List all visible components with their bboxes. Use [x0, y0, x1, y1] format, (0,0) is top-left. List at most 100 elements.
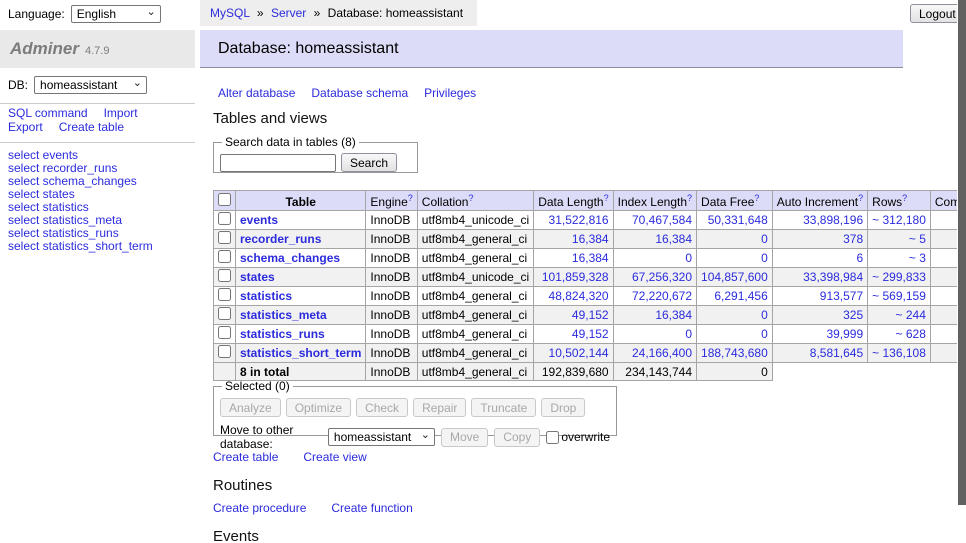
index-length-cell[interactable]: 72,220,672: [613, 287, 696, 306]
adminer-logo[interactable]: Adminer: [10, 39, 79, 59]
data-length-cell[interactable]: 16,384: [534, 249, 613, 268]
create-link[interactable]: Create view: [303, 450, 366, 464]
column-header: Auto Increment?: [772, 191, 867, 211]
page-action-link[interactable]: Alter database: [218, 86, 295, 100]
rows-cell[interactable]: ~ 569,159: [868, 287, 931, 306]
breadcrumb-link-mysql[interactable]: MySQL: [210, 6, 250, 20]
scrollbar-thumb[interactable]: [958, 0, 966, 505]
rows-cell[interactable]: ~ 312,180: [868, 211, 931, 230]
row-checkbox[interactable]: [218, 269, 231, 282]
table-name-link[interactable]: statistics_short_term: [240, 346, 361, 360]
auto-increment-cell[interactable]: 8,581,645: [772, 344, 867, 363]
auto-increment-cell[interactable]: 378: [772, 230, 867, 249]
row-checkbox[interactable]: [218, 231, 231, 244]
data-length-cell[interactable]: 16,384: [534, 230, 613, 249]
sidebar-action-link[interactable]: SQL command: [8, 107, 88, 120]
row-checkbox[interactable]: [218, 345, 231, 358]
routine-link[interactable]: Create function: [331, 501, 412, 515]
data-length-cell[interactable]: 49,152: [534, 306, 613, 325]
select-all-checkbox[interactable]: [218, 193, 231, 206]
index-length-cell[interactable]: 67,256,320: [613, 268, 696, 287]
data-length-cell[interactable]: 101,859,328: [534, 268, 613, 287]
selected-action-button[interactable]: Drop: [541, 398, 585, 417]
help-icon[interactable]: ?: [408, 193, 413, 203]
help-icon[interactable]: ?: [858, 193, 863, 203]
move-database-select[interactable]: homeassistant ⌄: [328, 428, 435, 446]
table-name-link[interactable]: statistics_runs: [240, 327, 325, 341]
auto-increment-cell[interactable]: 913,577: [772, 287, 867, 306]
language-select-value: English: [77, 7, 116, 21]
table-name-link[interactable]: schema_changes: [240, 251, 340, 265]
index-length-cell[interactable]: 70,467,584: [613, 211, 696, 230]
data-length-cell[interactable]: 48,824,320: [534, 287, 613, 306]
sidebar-action-link[interactable]: Export: [8, 121, 43, 134]
sidebar-action-link[interactable]: Create table: [59, 121, 124, 134]
move-button[interactable]: Move: [441, 428, 488, 447]
rows-cell[interactable]: ~ 136,108: [868, 344, 931, 363]
index-length-cell[interactable]: 0: [613, 249, 696, 268]
row-checkbox[interactable]: [218, 307, 231, 320]
data-free-cell[interactable]: 0: [697, 249, 773, 268]
table-name-link[interactable]: recorder_runs: [240, 232, 321, 246]
overwrite-checkbox[interactable]: [546, 431, 559, 444]
selected-action-button[interactable]: Truncate: [471, 398, 536, 417]
rows-cell[interactable]: ~ 3: [868, 249, 931, 268]
selected-action-button[interactable]: Analyze: [220, 398, 281, 417]
search-input[interactable]: [220, 154, 336, 172]
routine-link[interactable]: Create procedure: [213, 501, 306, 515]
page-action-link[interactable]: Privileges: [424, 86, 476, 100]
row-checkbox[interactable]: [218, 250, 231, 263]
data-free-cell[interactable]: 0: [697, 306, 773, 325]
selected-action-button[interactable]: Check: [356, 398, 408, 417]
help-icon[interactable]: ?: [687, 193, 692, 203]
db-select[interactable]: homeassistant ⌄: [34, 76, 147, 94]
auto-increment-cell[interactable]: 33,398,984: [772, 268, 867, 287]
data-free-cell[interactable]: 0: [697, 325, 773, 344]
scrollbar-track[interactable]: [957, 0, 966, 543]
selected-action-button[interactable]: Repair: [413, 398, 466, 417]
page-title: Database: homeassistant: [200, 30, 903, 68]
index-length-cell[interactable]: 16,384: [613, 230, 696, 249]
help-icon[interactable]: ?: [604, 193, 609, 203]
rows-cell[interactable]: ~ 299,833: [868, 268, 931, 287]
data-free-cell[interactable]: 6,291,456: [697, 287, 773, 306]
rows-cell[interactable]: ~ 628: [868, 325, 931, 344]
data-free-cell[interactable]: 104,857,600: [697, 268, 773, 287]
table-name-link[interactable]: events: [240, 213, 278, 227]
table-name-link[interactable]: states: [240, 270, 275, 284]
rows-cell[interactable]: ~ 5: [868, 230, 931, 249]
auto-increment-cell[interactable]: 39,999: [772, 325, 867, 344]
chevron-down-icon: ⌄: [421, 430, 430, 440]
table-name-link[interactable]: statistics: [240, 289, 292, 303]
data-free-cell[interactable]: 188,743,680: [697, 344, 773, 363]
rows-cell[interactable]: ~ 244: [868, 306, 931, 325]
auto-increment-cell[interactable]: 33,898,196: [772, 211, 867, 230]
search-button[interactable]: Search: [341, 153, 397, 172]
language-label: Language:: [8, 7, 65, 21]
help-icon[interactable]: ?: [754, 193, 759, 203]
help-icon[interactable]: ?: [902, 193, 907, 203]
row-checkbox[interactable]: [218, 326, 231, 339]
help-icon[interactable]: ?: [468, 193, 473, 203]
language-select[interactable]: English ⌄: [71, 5, 161, 23]
data-length-cell[interactable]: 31,522,816: [534, 211, 613, 230]
data-free-cell[interactable]: 0: [697, 230, 773, 249]
create-link[interactable]: Create table: [213, 450, 278, 464]
selected-action-button[interactable]: Optimize: [286, 398, 351, 417]
breadcrumb-link-server[interactable]: Server: [271, 6, 306, 20]
data-length-cell[interactable]: 10,502,144: [534, 344, 613, 363]
index-length-cell[interactable]: 24,166,400: [613, 344, 696, 363]
row-checkbox[interactable]: [218, 212, 231, 225]
sidebar-action-link[interactable]: Import: [104, 107, 138, 120]
row-checkbox[interactable]: [218, 288, 231, 301]
data-length-cell[interactable]: 49,152: [534, 325, 613, 344]
data-free-cell[interactable]: 50,331,648: [697, 211, 773, 230]
auto-increment-cell[interactable]: 6: [772, 249, 867, 268]
index-length-cell[interactable]: 0: [613, 325, 696, 344]
page-action-link[interactable]: Database schema: [311, 86, 408, 100]
copy-button[interactable]: Copy: [494, 428, 540, 447]
index-length-cell[interactable]: 16,384: [613, 306, 696, 325]
table-name-link[interactable]: statistics_meta: [240, 308, 327, 322]
auto-increment-cell[interactable]: 325: [772, 306, 867, 325]
sidebar-select-table-link[interactable]: select statistics_short_term: [8, 240, 153, 253]
